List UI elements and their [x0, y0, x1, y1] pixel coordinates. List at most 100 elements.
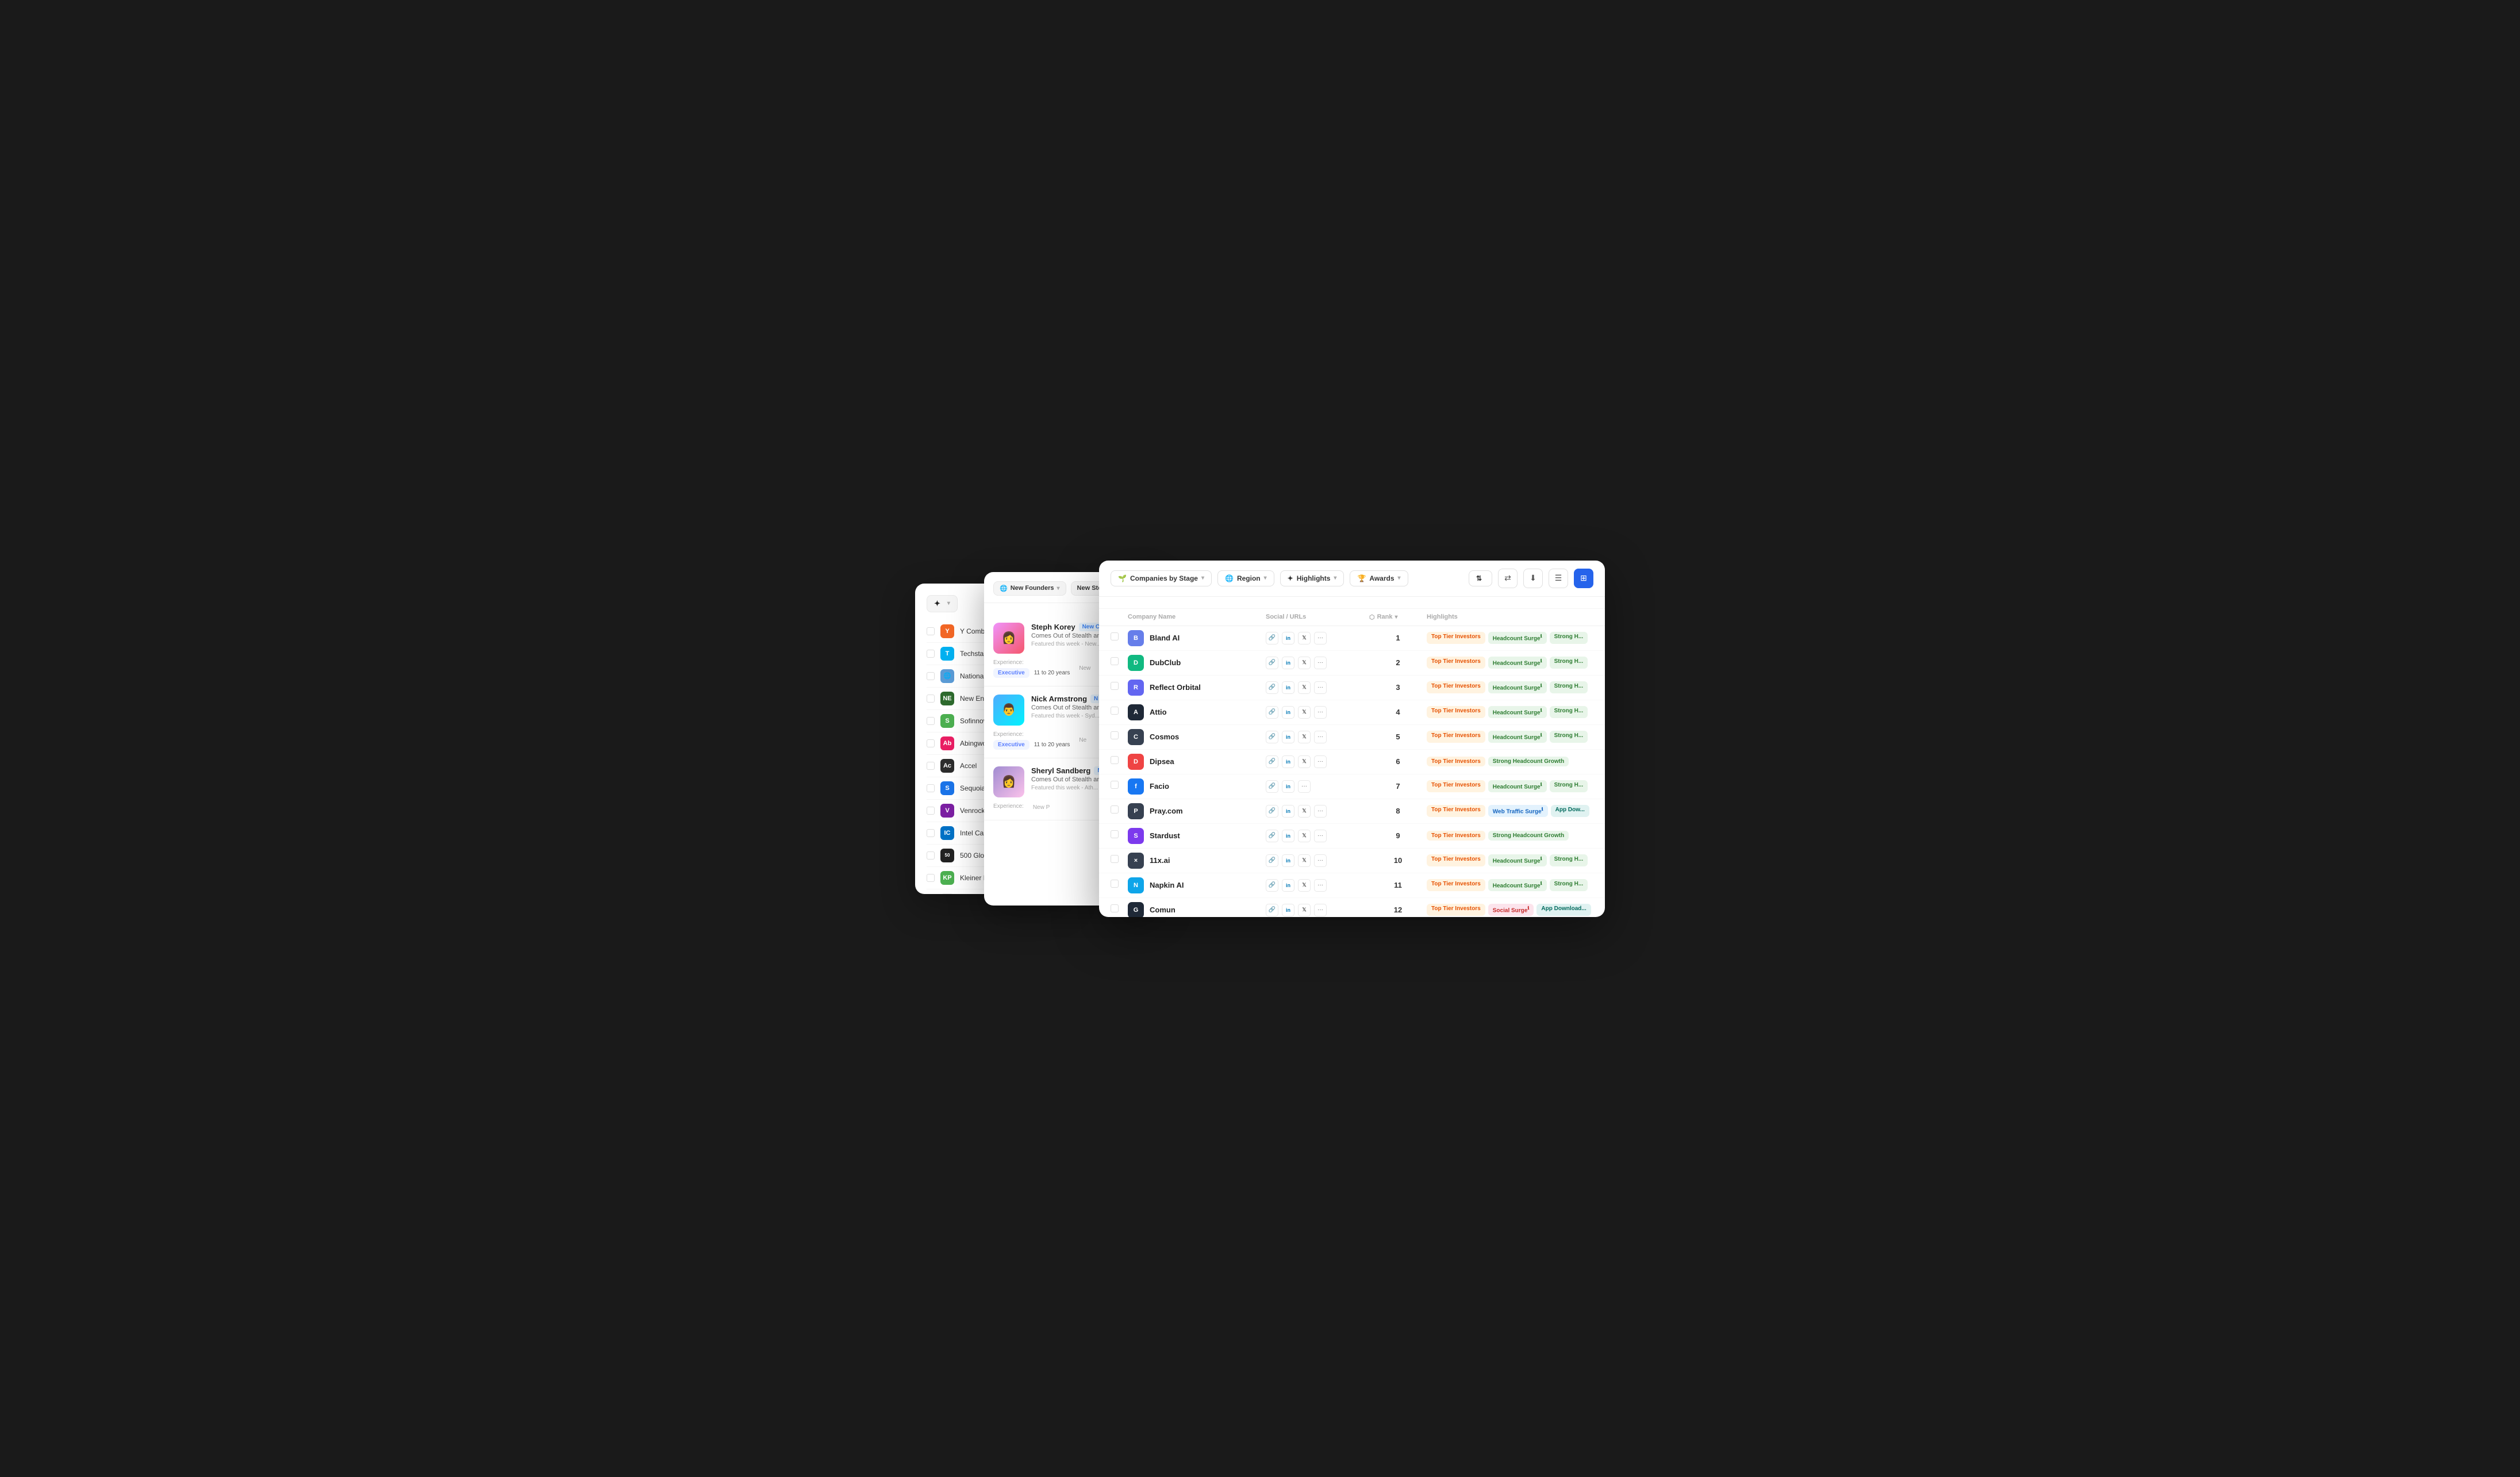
more-icon[interactable]: ··· — [1314, 904, 1327, 916]
twitter-icon[interactable]: 𝕏 — [1298, 681, 1311, 694]
table-row[interactable]: × 11x.ai 🔗 in 𝕏 ··· 10 Top Tier Investor… — [1099, 849, 1605, 873]
investor-checkbox[interactable] — [927, 762, 935, 770]
twitter-icon[interactable]: 𝕏 — [1298, 805, 1311, 818]
link-icon[interactable]: 🔗 — [1266, 830, 1278, 842]
highlights-chip[interactable]: ✦ Highlights ▾ — [1280, 570, 1344, 586]
twitter-icon[interactable]: 𝕏 — [1298, 731, 1311, 743]
linkedin-icon[interactable]: in — [1282, 657, 1294, 669]
linkedin-icon[interactable]: in — [1282, 830, 1294, 842]
more-icon[interactable]: ··· — [1298, 780, 1311, 793]
linkedin-icon[interactable]: in — [1282, 632, 1294, 644]
linkedin-icon[interactable]: in — [1282, 879, 1294, 892]
investor-checkbox[interactable] — [927, 650, 935, 658]
more-icon[interactable]: ··· — [1314, 854, 1327, 867]
table-row[interactable]: D Dipsea 🔗 in 𝕏 ··· 6 Top Tier Investors… — [1099, 750, 1605, 774]
download-icon-button[interactable]: ⬇ — [1523, 569, 1543, 588]
more-icon[interactable]: ··· — [1314, 681, 1327, 694]
row-checkbox-cell — [1111, 682, 1128, 693]
twitter-icon[interactable]: 𝕏 — [1298, 904, 1311, 916]
awards-chip[interactable]: 🏆 Awards ▾ — [1350, 570, 1408, 586]
row-checkbox[interactable] — [1111, 781, 1119, 789]
table-row[interactable]: D DubClub 🔗 in 𝕏 ··· 2 Top Tier Investor… — [1099, 651, 1605, 676]
link-icon[interactable]: 🔗 — [1266, 854, 1278, 867]
row-checkbox[interactable] — [1111, 657, 1119, 665]
more-icon[interactable]: ··· — [1314, 830, 1327, 842]
row-checkbox[interactable] — [1111, 805, 1119, 814]
more-icon[interactable]: ··· — [1314, 731, 1327, 743]
twitter-icon[interactable]: 𝕏 — [1298, 706, 1311, 719]
twitter-icon[interactable]: 𝕏 — [1298, 854, 1311, 867]
table-row[interactable]: C Cosmos 🔗 in 𝕏 ··· 5 Top Tier Investors… — [1099, 725, 1605, 750]
investor-checkbox[interactable] — [927, 672, 935, 680]
link-icon[interactable]: 🔗 — [1266, 632, 1278, 644]
link-icon[interactable]: 🔗 — [1266, 780, 1278, 793]
table-row[interactable]: S Stardust 🔗 in 𝕏 ··· 9 Top Tier Investo… — [1099, 824, 1605, 849]
link-icon[interactable]: 🔗 — [1266, 706, 1278, 719]
linkedin-icon[interactable]: in — [1282, 681, 1294, 694]
more-icon[interactable]: ··· — [1314, 657, 1327, 669]
grid-icon-button[interactable]: ⊞ — [1574, 569, 1593, 588]
twitter-icon[interactable]: 𝕏 — [1298, 755, 1311, 768]
row-checkbox[interactable] — [1111, 682, 1119, 690]
rank-cell: 2 — [1369, 658, 1427, 667]
twitter-icon[interactable]: 𝕏 — [1298, 879, 1311, 892]
linkedin-icon[interactable]: in — [1282, 731, 1294, 743]
new-founders-chip[interactable]: 🌐 New Founders ▾ — [993, 581, 1066, 596]
filters-button[interactable]: ⇅ — [1469, 570, 1492, 586]
table-row[interactable]: R Reflect Orbital 🔗 in 𝕏 ··· 3 Top Tier … — [1099, 676, 1605, 700]
link-icon[interactable]: 🔗 — [1266, 755, 1278, 768]
highlights-dropdown[interactable]: ✦ ▾ — [927, 595, 958, 612]
table-row[interactable]: N Napkin AI 🔗 in 𝕏 ··· 11 Top Tier Inves… — [1099, 873, 1605, 898]
investor-checkbox[interactable] — [927, 829, 935, 837]
investor-checkbox[interactable] — [927, 717, 935, 725]
list-icon-button[interactable]: ☰ — [1549, 569, 1568, 588]
investor-checkbox[interactable] — [927, 874, 935, 882]
table-row[interactable]: A Attio 🔗 in 𝕏 ··· 4 Top Tier InvestorsH… — [1099, 700, 1605, 725]
link-icon[interactable]: 🔗 — [1266, 879, 1278, 892]
table-row[interactable]: f Facio 🔗 in ··· 7 Top Tier InvestorsHea… — [1099, 774, 1605, 799]
linkedin-icon[interactable]: in — [1282, 706, 1294, 719]
linkedin-icon[interactable]: in — [1282, 854, 1294, 867]
more-icon[interactable]: ··· — [1314, 805, 1327, 818]
row-checkbox[interactable] — [1111, 632, 1119, 640]
row-checkbox[interactable] — [1111, 855, 1119, 863]
linkedin-icon[interactable]: in — [1282, 780, 1294, 793]
link-icon[interactable]: 🔗 — [1266, 731, 1278, 743]
more-icon[interactable]: ··· — [1314, 755, 1327, 768]
more-icon[interactable]: ··· — [1314, 632, 1327, 644]
stage-icon: 🌱 — [1118, 574, 1127, 582]
investor-checkbox[interactable] — [927, 784, 935, 792]
link-icon[interactable]: 🔗 — [1266, 904, 1278, 916]
investor-checkbox[interactable] — [927, 851, 935, 860]
investor-checkbox[interactable] — [927, 627, 935, 635]
exp-label: Experience: — [993, 659, 1070, 666]
row-checkbox[interactable] — [1111, 880, 1119, 888]
link-icon[interactable]: 🔗 — [1266, 805, 1278, 818]
table-row[interactable]: B Bland AI 🔗 in 𝕏 ··· 1 Top Tier Investo… — [1099, 626, 1605, 651]
link-icon[interactable]: 🔗 — [1266, 681, 1278, 694]
more-icon[interactable]: ··· — [1314, 706, 1327, 719]
row-checkbox[interactable] — [1111, 731, 1119, 739]
row-checkbox[interactable] — [1111, 756, 1119, 764]
table-row[interactable]: G Comun 🔗 in 𝕏 ··· 12 Top Tier Investors… — [1099, 898, 1605, 917]
linkedin-icon[interactable]: in — [1282, 755, 1294, 768]
row-checkbox[interactable] — [1111, 830, 1119, 838]
row-checkbox[interactable] — [1111, 707, 1119, 715]
twitter-icon[interactable]: 𝕏 — [1298, 632, 1311, 644]
rank-col[interactable]: ⬡ Rank ▾ — [1369, 613, 1427, 621]
investor-checkbox[interactable] — [927, 807, 935, 815]
link-icon[interactable]: 🔗 — [1266, 657, 1278, 669]
stage-chip[interactable]: 🌱 Companies by Stage ▾ — [1111, 570, 1212, 586]
twitter-icon[interactable]: 𝕏 — [1298, 830, 1311, 842]
investor-checkbox[interactable] — [927, 739, 935, 747]
company-name: Cosmos — [1150, 732, 1179, 741]
more-icon[interactable]: ··· — [1314, 879, 1327, 892]
linkedin-icon[interactable]: in — [1282, 805, 1294, 818]
table-row[interactable]: P Pray.com 🔗 in 𝕏 ··· 8 Top Tier Investo… — [1099, 799, 1605, 824]
twitter-icon[interactable]: 𝕏 — [1298, 657, 1311, 669]
investor-checkbox[interactable] — [927, 695, 935, 703]
sort-icon-button[interactable]: ⇄ — [1498, 569, 1518, 588]
row-checkbox[interactable] — [1111, 904, 1119, 912]
region-chip[interactable]: 🌐 Region ▾ — [1217, 570, 1274, 586]
linkedin-icon[interactable]: in — [1282, 904, 1294, 916]
